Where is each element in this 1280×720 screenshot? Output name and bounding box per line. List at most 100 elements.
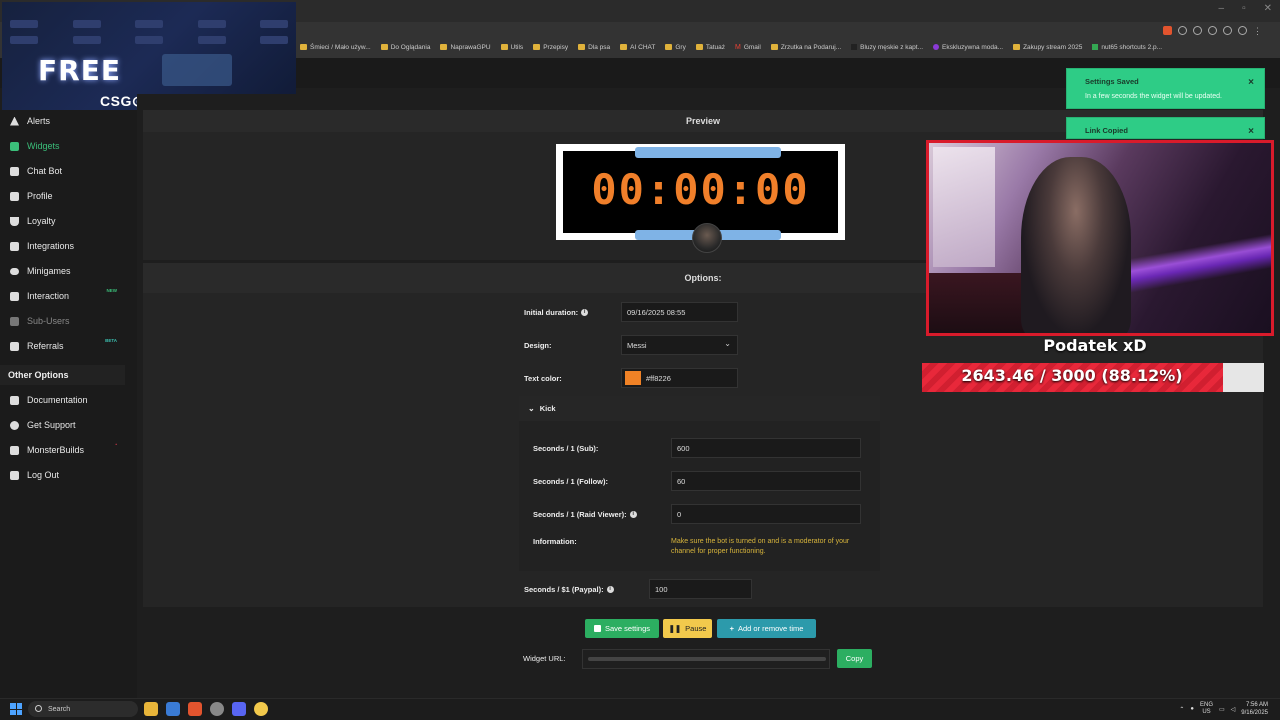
sidebar-item-interaction[interactable]: Interaction NEW [0,285,137,307]
kick-raid-input[interactable]: 0 [671,504,861,524]
volume-icon[interactable]: ◁ [1231,706,1236,713]
taskbar-search[interactable]: Search [28,701,138,717]
bookmark-item[interactable]: Gry [665,40,686,54]
grid-icon [10,141,19,151]
bookmark-item[interactable]: Zakupy stream 2025 [1013,40,1082,54]
info-icon[interactable]: i [606,586,614,593]
bookmark-item[interactable]: Śmieci / Mało używ... [300,40,371,54]
info-icon[interactable]: i [629,511,637,518]
gmail-icon: M [734,43,741,51]
bookmark-item[interactable]: NaprawaGPU [440,40,491,54]
sidebar-item-alerts[interactable]: Alerts [0,110,137,132]
sidebar-item-log-out[interactable]: Log Out [0,464,137,486]
close-icon[interactable]: ✕ [1264,3,1272,14]
chrome-icon[interactable] [210,702,224,716]
brave-browser-icon[interactable] [188,702,202,716]
extension-icon[interactable] [1223,26,1232,35]
kick-follow-input[interactable]: 60 [671,471,861,491]
paypal-label: Seconds / $1 (Paypal): i [524,585,614,594]
text-color-input[interactable]: #ff8226 [621,368,738,388]
bookmark-item[interactable]: M Gmail [735,40,761,54]
copy-button[interactable]: Copy [837,649,872,668]
sidebar-item-monsterbuilds[interactable]: MonsterBuilds • [0,439,137,461]
close-icon[interactable]: × [1248,126,1254,137]
folder-icon [1013,44,1021,50]
timer-display: 00:00:00 [591,165,810,214]
sidebar-item-get-support[interactable]: Get Support [0,414,137,436]
initial-duration-input[interactable]: 09/16/2025 08:55 [621,302,738,322]
initial-duration-label: Initial duration: i [524,308,589,317]
bookmark-item[interactable]: nut65 shortcuts 2.p... [1092,40,1162,54]
sidebar-item-chat-bot[interactable]: Chat Bot [0,160,137,182]
store-icon[interactable] [166,702,180,716]
bookmark-item[interactable]: Tatuaż [695,40,725,54]
file-explorer-icon[interactable] [144,702,158,716]
toast-title: Link Copied [1085,126,1128,135]
sidebar-item-loyalty[interactable]: Loyalty [0,210,137,232]
menu-icon[interactable]: ⋮ [1253,26,1262,36]
bookmark-item[interactable]: AI CHAT [620,40,655,54]
color-swatch[interactable] [625,371,641,385]
maximize-icon[interactable]: ▫ [1242,3,1246,14]
microphone-icon[interactable]: ● [1190,706,1194,712]
save-icon [593,625,601,632]
laptop-icon [10,445,19,455]
sidebar-item-documentation[interactable]: Documentation [0,389,137,411]
goal-progress-bar: 2643.46 / 3000 (88.12%) [922,363,1264,392]
info-icon[interactable]: i [581,309,589,316]
timer-tab-top [635,147,781,158]
bookmark-item[interactable]: Utils [500,40,523,54]
extension-icon[interactable] [1208,26,1217,35]
extension-icon[interactable] [1238,26,1247,35]
pause-button[interactable]: ❚❚ Pause [663,619,712,638]
users-icon [10,316,19,326]
sidebar-item-widgets[interactable]: Widgets [0,135,137,157]
site-icon [933,44,940,50]
chevron-up-icon[interactable]: ⌃ [1179,706,1184,713]
extension-icon[interactable] [1178,26,1187,35]
app-icon[interactable] [254,702,268,716]
kick-sub-input[interactable]: 600 [671,438,861,458]
book-icon [10,395,19,405]
plug-icon [10,241,19,251]
widget-url-input[interactable] [582,649,830,669]
discord-icon[interactable] [232,702,246,716]
bookmark-item[interactable]: Przepisy [533,40,568,54]
save-settings-button[interactable]: Save settings [585,619,659,638]
sidebar-item-referrals[interactable]: Referrals BETA [0,335,137,357]
sidebar-item-integrations[interactable]: Integrations [0,235,137,257]
window-light [933,147,995,267]
folder-icon [300,44,307,50]
bookmark-item[interactable]: Do Oglądania [380,40,430,54]
kick-section-toggle[interactable]: ⌄ Kick [519,396,880,421]
clock[interactable]: 7:56 AM 9/16/2025 [1241,701,1268,717]
kick-info-label: Information: [533,537,577,546]
network-icon[interactable]: ▭ [1219,706,1225,713]
pause-icon: ❚❚ [668,624,682,633]
brave-shield-icon[interactable] [1163,26,1172,35]
timer-frame: 00:00:00 [563,147,838,253]
minimize-icon[interactable]: – [1219,3,1225,14]
paypal-input[interactable]: 100 [649,579,752,599]
bookmark-item[interactable]: Ekskluzywna moda... [933,40,1003,54]
bookmarks-bar: Śmieci / Mało używ... Do Oglądania Napra… [300,40,1162,54]
folder-icon [500,44,508,50]
folder-icon [620,44,628,50]
text-color-label: Text color: [524,374,562,383]
windows-start-icon[interactable] [10,703,22,715]
bookmark-item[interactable]: Bluzy męskie z kapt... [851,40,923,54]
sidebar-item-profile[interactable]: Profile [0,185,137,207]
blurred-url [588,657,826,661]
sidebar-item-sub-users[interactable]: Sub-Users [0,310,137,332]
beta-badge: BETA [105,338,117,343]
ad-card-row [10,20,288,34]
taskbar: Search ⌃ ● ENG US ▭ ◁ 7:56 AM 9/16/2025 [0,698,1280,720]
extension-icon[interactable] [1193,26,1202,35]
design-select[interactable]: Messi ⌄ [621,335,738,355]
language-indicator[interactable]: ENG US [1200,702,1213,716]
add-remove-time-button[interactable]: + Add or remove time [717,619,816,638]
bookmark-item[interactable]: Dla psa [578,40,610,54]
close-icon[interactable]: × [1248,77,1254,88]
sidebar-item-minigames[interactable]: Minigames [0,260,137,282]
bookmark-item[interactable]: Zrzutka na Podaruj... [770,40,841,54]
